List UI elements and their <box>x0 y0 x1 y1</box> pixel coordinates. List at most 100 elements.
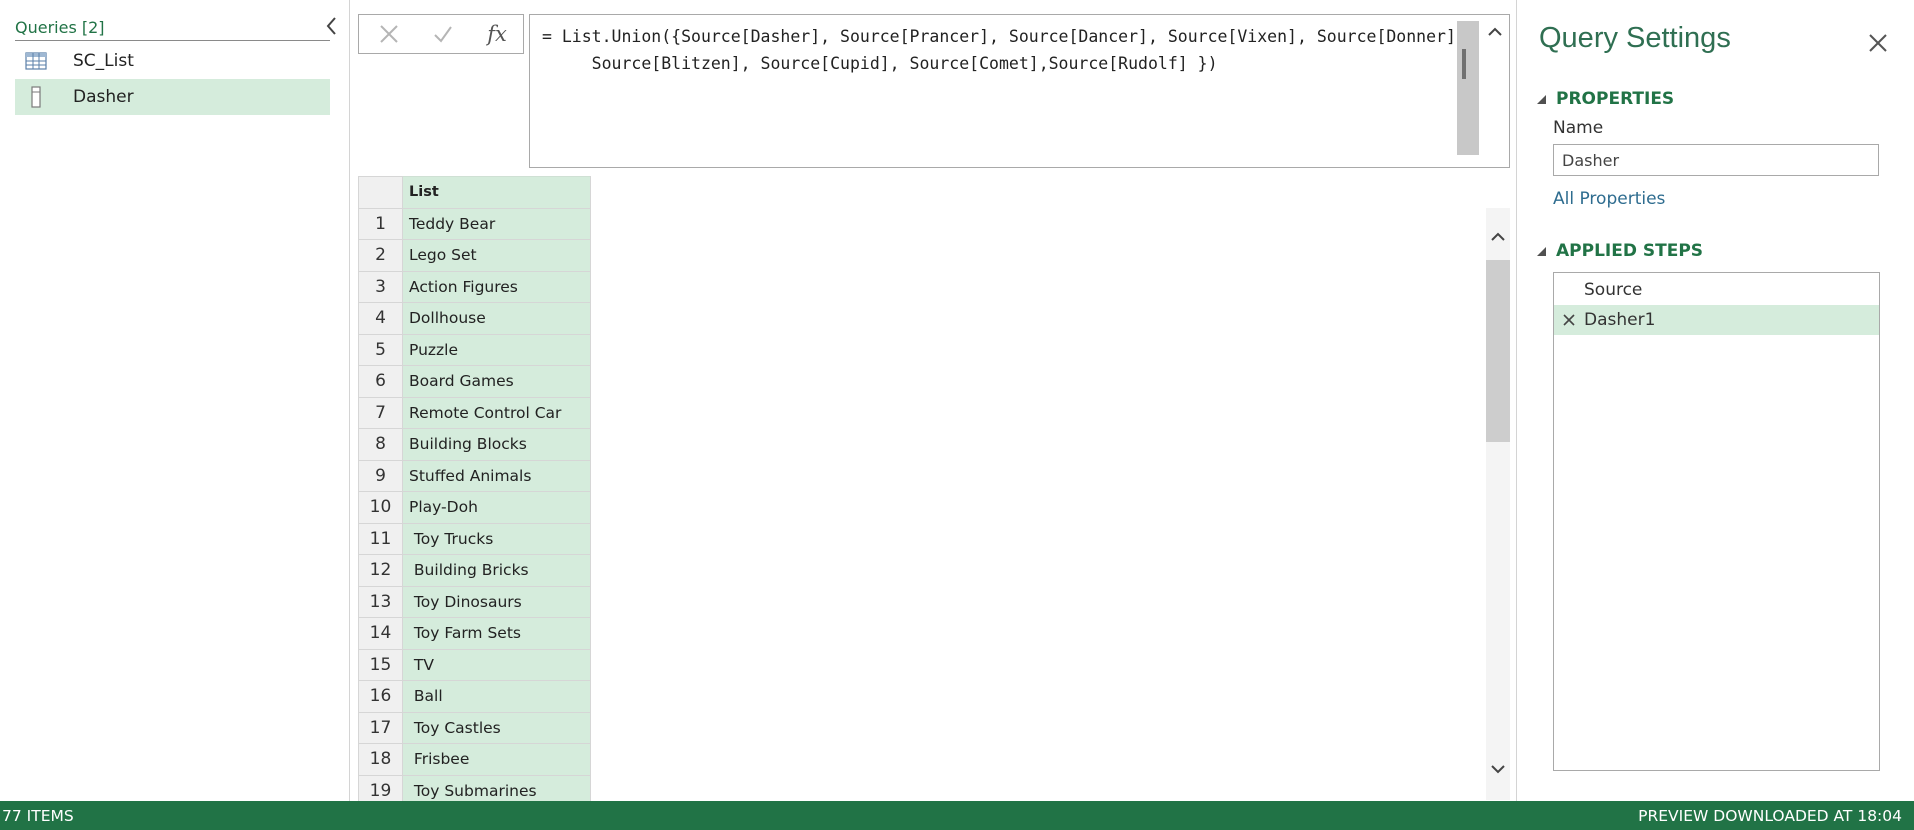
collapse-pane-icon[interactable] <box>322 14 342 38</box>
row-number: 6 <box>358 365 403 398</box>
step-dasher1[interactable]: Dasher1 <box>1554 305 1879 335</box>
table-row[interactable]: 3 Action Figures <box>358 270 591 303</box>
formula-text[interactable]: = List.Union({Source[Dasher], Source[Pra… <box>542 23 1466 77</box>
table-cell[interactable]: Stuffed Animals <box>402 459 591 492</box>
step-label: Source <box>1584 280 1643 300</box>
table-row[interactable]: 14 Toy Farm Sets <box>358 617 591 650</box>
scroll-down-icon[interactable] <box>1486 758 1510 780</box>
row-number: 8 <box>358 428 403 461</box>
table-icon <box>21 49 51 73</box>
row-number: 7 <box>358 396 403 429</box>
row-number: 18 <box>358 743 403 776</box>
grid-scroll-thumb[interactable] <box>1486 260 1510 442</box>
row-number: 10 <box>358 491 403 524</box>
row-number: 16 <box>358 680 403 713</box>
queries-pane: Queries [2] SC_List Dasher <box>0 0 350 801</box>
row-number: 1 <box>358 207 403 240</box>
query-item-label: Dasher <box>73 87 134 107</box>
table-row[interactable]: 4 Dollhouse <box>358 302 591 335</box>
delete-step-icon[interactable] <box>1554 313 1584 327</box>
row-number: 17 <box>358 711 403 744</box>
step-source[interactable]: Source <box>1554 275 1879 305</box>
query-item-dasher[interactable]: Dasher <box>15 79 330 115</box>
row-number: 13 <box>358 585 403 618</box>
row-number: 2 <box>358 239 403 272</box>
table-cell[interactable]: Frisbee <box>402 743 591 776</box>
table-row[interactable]: 11 Toy Trucks <box>358 522 591 555</box>
table-row[interactable]: 17 Toy Castles <box>358 711 591 744</box>
table-cell[interactable]: Toy Castles <box>402 711 591 744</box>
table-row[interactable]: 10 Play-Doh <box>358 491 591 524</box>
row-number: 14 <box>358 617 403 650</box>
table-cell[interactable]: Toy Trucks <box>402 522 591 555</box>
formula-buttons: fx <box>358 14 524 54</box>
grid-scrollbar[interactable] <box>1486 208 1510 800</box>
table-cell[interactable]: Building Blocks <box>402 428 591 461</box>
table-row[interactable]: 9 Stuffed Animals <box>358 459 591 492</box>
table-row[interactable]: 2 Lego Set <box>358 239 591 272</box>
table-row[interactable]: 16 Ball <box>358 680 591 713</box>
preview-status: PREVIEW DOWNLOADED AT 18:04 <box>1638 806 1902 825</box>
table-cell[interactable]: Dollhouse <box>402 302 591 335</box>
expand-triangle-icon <box>1537 246 1546 256</box>
query-settings-pane: Query Settings PROPERTIES Name All Prope… <box>1516 0 1914 801</box>
row-number: 12 <box>358 554 403 587</box>
properties-header-label: PROPERTIES <box>1556 89 1675 109</box>
queries-title: Queries [2] <box>15 18 105 37</box>
table-row[interactable]: 6 Board Games <box>358 365 591 398</box>
properties-header[interactable]: PROPERTIES <box>1537 89 1674 109</box>
table-cell[interactable]: Building Bricks <box>402 554 591 587</box>
table-row[interactable]: 7 Remote Control Car <box>358 396 591 429</box>
table-row[interactable]: 18 Frisbee <box>358 743 591 776</box>
table-cell[interactable]: TV <box>402 648 591 681</box>
table-row[interactable]: 1 Teddy Bear <box>358 207 591 240</box>
row-number: 15 <box>358 648 403 681</box>
table-cell[interactable]: Toy Dinosaurs <box>402 585 591 618</box>
table-cell[interactable]: Puzzle <box>402 333 591 366</box>
table-cell[interactable]: Toy Farm Sets <box>402 617 591 650</box>
table-cell[interactable]: Ball <box>402 680 591 713</box>
applied-steps-header-label: APPLIED STEPS <box>1556 241 1704 261</box>
grid-corner[interactable] <box>358 176 403 209</box>
table-row[interactable]: 13 Toy Dinosaurs <box>358 585 591 618</box>
items-count: 77 ITEMS <box>2 806 74 825</box>
table-row[interactable]: 8 Building Blocks <box>358 428 591 461</box>
applied-steps-header[interactable]: APPLIED STEPS <box>1537 241 1703 261</box>
expand-triangle-icon <box>1537 94 1546 104</box>
settings-title: Query Settings <box>1539 22 1731 54</box>
table-cell[interactable]: Teddy Bear <box>402 207 591 240</box>
fx-icon[interactable]: fx <box>471 15 523 53</box>
column-header-list[interactable]: List <box>402 176 591 209</box>
table-row[interactable]: 5 Puzzle <box>358 333 591 366</box>
formula-scroll-thumb[interactable] <box>1462 49 1466 79</box>
all-properties-link[interactable]: All Properties <box>1553 189 1665 209</box>
table-cell[interactable]: Board Games <box>402 365 591 398</box>
table-cell[interactable]: Remote Control Car <box>402 396 591 429</box>
table-cell[interactable]: Play-Doh <box>402 491 591 524</box>
data-grid: List 1 Teddy Bear 2 Lego Set 3 Action Figur… <box>358 176 591 807</box>
checkmark-icon[interactable] <box>417 15 469 53</box>
step-label: Dasher1 <box>1584 310 1656 330</box>
table-cell[interactable]: Action Figures <box>402 270 591 303</box>
scroll-up-icon[interactable] <box>1486 226 1510 248</box>
table-row[interactable]: 12 Building Bricks <box>358 554 591 587</box>
row-number: 4 <box>358 302 403 335</box>
formula-scrollbar[interactable] <box>1457 21 1479 155</box>
query-name-field[interactable] <box>1553 144 1879 176</box>
table-row[interactable]: 15 TV <box>358 648 591 681</box>
table-cell[interactable]: Lego Set <box>402 239 591 272</box>
cancel-x-icon[interactable] <box>363 15 415 53</box>
close-icon[interactable] <box>1865 30 1891 56</box>
query-item-label: SC_List <box>73 51 134 71</box>
formula-editor[interactable]: = List.Union({Source[Dasher], Source[Pra… <box>529 14 1510 168</box>
query-item-sc-list[interactable]: SC_List <box>15 43 330 79</box>
status-bar: 77 ITEMS PREVIEW DOWNLOADED AT 18:04 <box>0 801 1914 830</box>
name-label: Name <box>1553 118 1604 138</box>
queries-divider <box>15 40 330 41</box>
row-number: 11 <box>358 522 403 555</box>
row-number: 5 <box>358 333 403 366</box>
applied-steps-list: Source Dasher1 <box>1553 272 1880 771</box>
row-number: 9 <box>358 459 403 492</box>
row-number: 3 <box>358 270 403 303</box>
formula-expand-icon[interactable] <box>1483 21 1507 43</box>
